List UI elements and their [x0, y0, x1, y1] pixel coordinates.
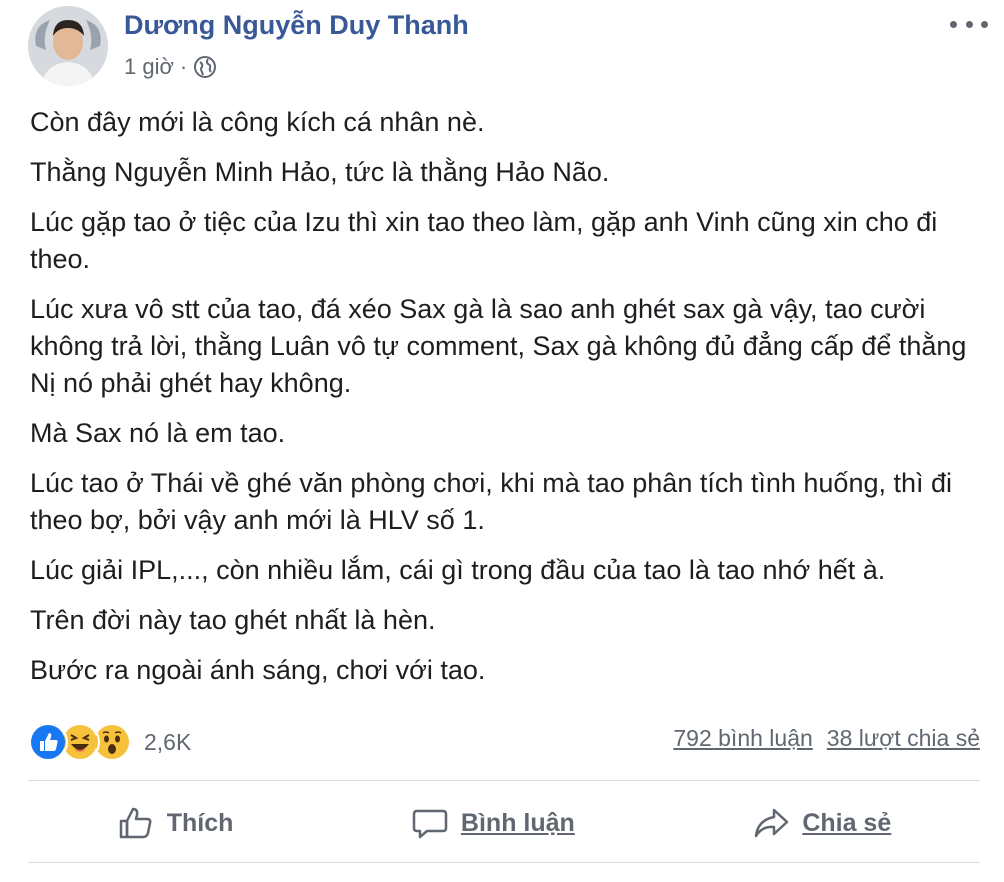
post-meta: 1 giờ ·: [124, 54, 217, 80]
meta-separator: ·: [179, 54, 188, 79]
post-paragraph: Lúc giải IPL,..., còn nhiều lắm, cái gì …: [30, 555, 886, 585]
share-label: Chia sẻ: [802, 808, 892, 837]
more-dot: [981, 20, 988, 28]
author-name[interactable]: Dương Nguyễn Duy Thanh: [124, 10, 469, 41]
comments-count-link[interactable]: 792 bình luận: [673, 725, 812, 752]
comment-bubble-icon: [412, 809, 448, 839]
like-button[interactable]: Thích: [117, 804, 234, 842]
thumbs-up-icon: [119, 807, 152, 839]
avatar-image: [28, 6, 108, 86]
author-avatar[interactable]: [28, 6, 108, 86]
post-paragraph: Bước ra ngoài ánh sáng, chơi với tao.: [30, 655, 486, 685]
post-paragraph: Còn đây mới là công kích cá nhân nè.: [30, 107, 485, 137]
post-timestamp[interactable]: 1 giờ: [124, 54, 174, 80]
like-icon: [28, 722, 68, 762]
more-dot: [950, 20, 957, 28]
post-paragraph: Lúc xưa vô stt của tao, đá xéo Sax gà là…: [30, 294, 967, 398]
more-dot: [965, 20, 973, 28]
post-body: Còn đây mới là công kích cá nhân nè. Thằ…: [30, 104, 980, 702]
post-paragraph: Lúc tao ở Thái về ghé văn phòng chơi, kh…: [30, 468, 953, 535]
share-button[interactable]: Chia sẻ: [752, 804, 891, 842]
engagement-stats: 792 bình luận 38 lượt chia sẻ: [673, 725, 980, 752]
share-arrow-icon: [755, 808, 789, 838]
more-options-icon[interactable]: [950, 14, 988, 34]
post-card: Dương Nguyễn Duy Thanh 1 giờ · Còn đây m…: [0, 0, 1004, 882]
post-paragraph: Thằng Nguyễn Minh Hảo, tức là thằng Hảo …: [30, 157, 610, 187]
reaction-count: 2,6K: [144, 728, 192, 755]
divider: [28, 780, 980, 781]
globe-icon[interactable]: [193, 55, 217, 79]
action-bar: Thích Bình luận Chia sẻ: [28, 790, 980, 856]
comment-label: Bình luận: [460, 808, 575, 837]
comment-button[interactable]: Bình luận: [411, 804, 575, 842]
shares-count-link[interactable]: 38 lượt chia sẻ: [827, 725, 980, 752]
post-paragraph: Mà Sax nó là em tao.: [30, 418, 286, 448]
post-paragraph: Trên đời này tao ghét nhất là hèn.: [30, 605, 436, 635]
divider: [28, 862, 980, 863]
reaction-summary[interactable]: 2,6K: [28, 722, 191, 762]
like-label: Thích: [166, 808, 234, 837]
post-paragraph: Lúc gặp tao ở tiệc của Izu thì xin tao t…: [30, 207, 938, 274]
